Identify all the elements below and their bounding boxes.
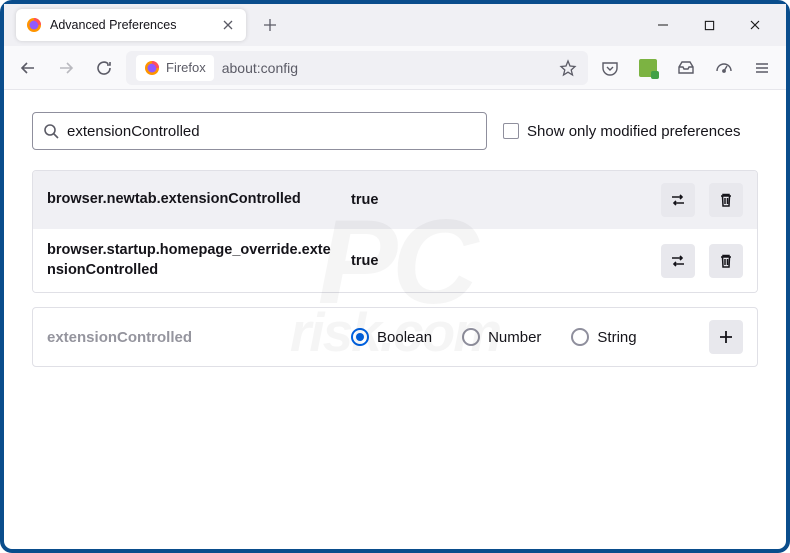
reload-button[interactable]: [88, 52, 120, 84]
menu-button[interactable]: [746, 52, 778, 84]
delete-button[interactable]: [709, 244, 743, 278]
new-pref-name: extensionControlled: [47, 329, 337, 346]
search-input[interactable]: [67, 123, 476, 140]
tab-title: Advanced Preferences: [50, 18, 214, 32]
back-button[interactable]: [12, 52, 44, 84]
toggle-button[interactable]: [661, 244, 695, 278]
forward-button[interactable]: [50, 52, 82, 84]
radio-string[interactable]: String: [571, 328, 636, 346]
firefox-logo-icon: [144, 60, 160, 76]
pref-value: true: [351, 253, 647, 269]
pref-row[interactable]: browser.startup.homepage_override.extens…: [33, 229, 757, 292]
radio-label: String: [597, 329, 636, 346]
radio-icon: [351, 328, 369, 346]
titlebar: Advanced Preferences: [4, 4, 786, 46]
maximize-button[interactable]: [686, 4, 732, 46]
delete-button[interactable]: [709, 183, 743, 217]
close-button[interactable]: [732, 4, 778, 46]
firefox-logo-icon: [26, 17, 42, 33]
checkbox-icon[interactable]: [503, 123, 519, 139]
radio-icon: [462, 328, 480, 346]
nav-toolbar: Firefox about:config: [4, 46, 786, 90]
inbox-icon[interactable]: [670, 52, 702, 84]
minimize-button[interactable]: [640, 4, 686, 46]
new-tab-button[interactable]: [256, 11, 284, 39]
new-pref-row: extensionControlled Boolean Number Strin…: [32, 307, 758, 367]
about-config-content: Show only modified preferences browser.n…: [4, 90, 786, 389]
radio-boolean[interactable]: Boolean: [351, 328, 432, 346]
preferences-list: browser.newtab.extensionControlled true …: [32, 170, 758, 293]
identity-box[interactable]: Firefox: [136, 55, 214, 81]
identity-label: Firefox: [166, 60, 206, 75]
radio-label: Number: [488, 329, 541, 346]
radio-number[interactable]: Number: [462, 328, 541, 346]
bookmark-star-icon[interactable]: [558, 58, 578, 78]
browser-tab[interactable]: Advanced Preferences: [16, 9, 246, 41]
pref-name: browser.newtab.extensionControlled: [47, 190, 337, 210]
type-radio-group: Boolean Number String: [351, 328, 695, 346]
radio-label: Boolean: [377, 329, 432, 346]
search-row: Show only modified preferences: [32, 112, 758, 150]
pref-name: browser.startup.homepage_override.extens…: [47, 241, 337, 280]
search-icon: [43, 123, 59, 139]
window-controls: [640, 4, 778, 46]
modified-only-label: Show only modified preferences: [527, 123, 740, 140]
toggle-button[interactable]: [661, 183, 695, 217]
radio-icon: [571, 328, 589, 346]
pref-value: true: [351, 192, 647, 208]
extension-icon[interactable]: [632, 52, 664, 84]
tab-close-button[interactable]: [220, 17, 236, 33]
url-bar[interactable]: Firefox about:config: [126, 51, 588, 85]
pref-row[interactable]: browser.newtab.extensionControlled true: [33, 171, 757, 229]
add-pref-button[interactable]: [709, 320, 743, 354]
dashboard-icon[interactable]: [708, 52, 740, 84]
modified-only-toggle[interactable]: Show only modified preferences: [503, 123, 740, 140]
search-box[interactable]: [32, 112, 487, 150]
url-text: about:config: [222, 60, 550, 76]
pocket-icon[interactable]: [594, 52, 626, 84]
